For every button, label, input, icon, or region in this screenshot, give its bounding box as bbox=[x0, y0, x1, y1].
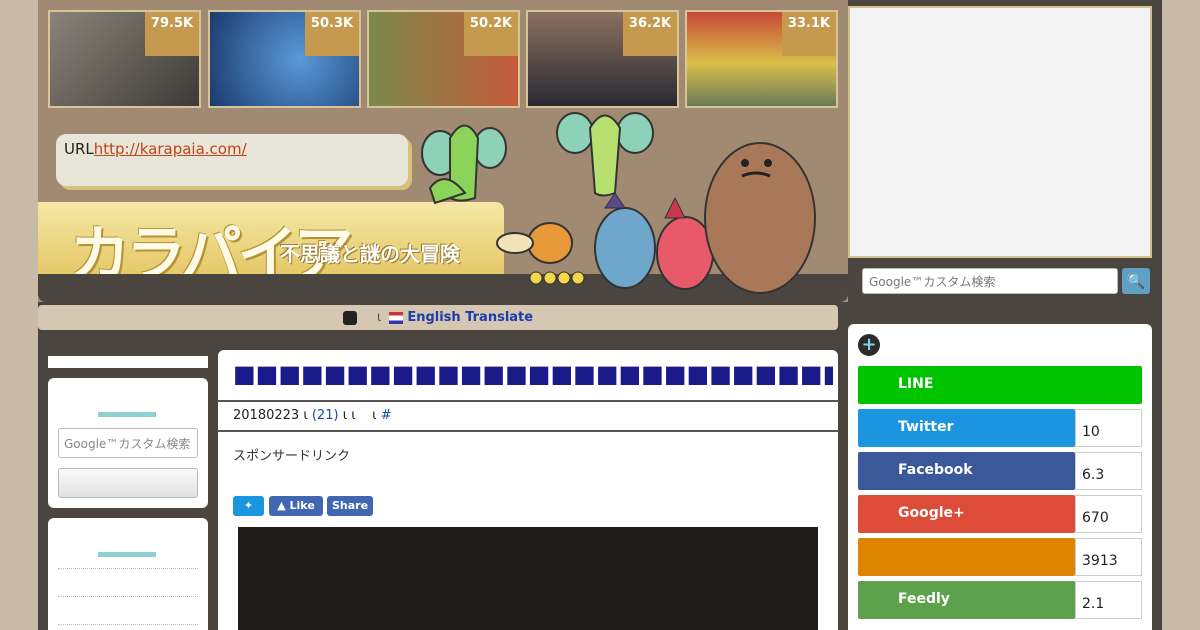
sidebar-list-box bbox=[48, 518, 208, 630]
meta-separator: ι bbox=[342, 408, 348, 423]
translate-bar: ι English Translate bbox=[38, 305, 838, 330]
fb-like-button[interactable]: ▲ Like bbox=[269, 496, 323, 516]
meta-separator: ι bbox=[372, 408, 377, 423]
facebook-share-button[interactable]: Facebook bbox=[858, 452, 1075, 490]
twitter-share-button[interactable]: Twitter bbox=[858, 409, 1075, 447]
search-icon: 🔍 bbox=[1126, 272, 1146, 290]
bookmark-count: 3913 bbox=[1075, 538, 1142, 576]
search-button[interactable]: 🔍 bbox=[1122, 268, 1150, 294]
thumbnail-item[interactable]: 36.2K bbox=[526, 10, 679, 108]
fb-share-button[interactable]: Share bbox=[327, 496, 373, 516]
section-divider bbox=[98, 412, 156, 417]
article-image bbox=[238, 527, 818, 630]
googleplus-count: 670 bbox=[1075, 495, 1142, 533]
sponsor-label: スポンサードリンク bbox=[233, 449, 351, 464]
list-divider bbox=[58, 624, 198, 625]
view-count: 33.1K bbox=[782, 12, 836, 56]
bookmark-share-button[interactable] bbox=[858, 538, 1075, 576]
comment-count-link[interactable]: (21) bbox=[312, 408, 339, 423]
thumbnail-item[interactable]: 33.1K bbox=[685, 10, 838, 108]
view-count: 79.5K bbox=[145, 12, 199, 56]
twitter-bird-icon: ✦ bbox=[243, 499, 254, 512]
mascot-illustration bbox=[421, 112, 816, 294]
googleplus-share-button[interactable]: Google+ bbox=[858, 495, 1075, 533]
popular-thumbnails: 79.5K 50.3K 50.2K 36.2K 33.1K bbox=[48, 10, 840, 108]
ad-slot bbox=[848, 6, 1152, 258]
search-input[interactable]: Google™カスタム検索 bbox=[862, 268, 1118, 294]
sidebar-search-input[interactable]: Google™カスタム検索 bbox=[58, 428, 198, 458]
thumbnail-item[interactable]: 50.3K bbox=[208, 10, 361, 108]
section-divider bbox=[98, 552, 156, 557]
translate-separator: ι bbox=[376, 310, 382, 325]
share-row-hatena: 3913 bbox=[858, 538, 1142, 576]
like-label: Like bbox=[289, 499, 315, 512]
share-row-facebook: Facebook 6.3 bbox=[858, 452, 1142, 490]
view-count: 50.2K bbox=[464, 12, 518, 56]
meta-separator: ι bbox=[303, 408, 308, 423]
feedly-share-button[interactable]: Feedly bbox=[858, 581, 1075, 619]
thumbnail-item[interactable]: 50.2K bbox=[367, 10, 520, 108]
url-box: URLhttp://karapaia.com/ bbox=[56, 134, 408, 186]
feedly-count: 2.1 bbox=[1075, 581, 1142, 619]
list-divider bbox=[58, 596, 198, 597]
article-meta: 20180223 ι (21) ι ι ι # bbox=[218, 400, 838, 432]
view-count: 50.3K bbox=[305, 12, 359, 56]
english-translate-link[interactable]: English Translate bbox=[407, 310, 533, 325]
tweet-button[interactable]: ✦ bbox=[233, 496, 264, 516]
article-date: 20180223 bbox=[233, 408, 300, 423]
article-title[interactable]: ■■■■■■■■■■■■■■■■■■■■■■■■■■■■■■■■■■■■■■■■ bbox=[233, 360, 833, 388]
share-row-feedly: Feedly 2.1 bbox=[858, 581, 1142, 619]
sidebar-top-strip bbox=[48, 356, 208, 368]
line-share-button[interactable]: LINE bbox=[858, 366, 1142, 404]
list-divider bbox=[58, 568, 198, 569]
thumbnail-item[interactable]: 79.5K bbox=[48, 10, 201, 108]
meta-separator: ι bbox=[351, 408, 356, 423]
share-row-line: LINE bbox=[858, 366, 1142, 404]
url-label: URL bbox=[64, 140, 94, 158]
twitter-count: 10 bbox=[1075, 409, 1142, 447]
share-row-twitter: Twitter 10 bbox=[858, 409, 1142, 447]
view-count: 36.2K bbox=[623, 12, 677, 56]
globe-icon[interactable] bbox=[342, 310, 357, 325]
share-row-googleplus: Google+ 670 bbox=[858, 495, 1142, 533]
sidebar-search-button[interactable] bbox=[58, 468, 198, 498]
plus-icon[interactable]: + bbox=[858, 334, 880, 356]
thumbs-up-icon: ▲ bbox=[277, 499, 286, 512]
facebook-count: 6.3 bbox=[1075, 452, 1142, 490]
uk-flag-icon bbox=[389, 311, 404, 324]
url-link[interactable]: http://karapaia.com/ bbox=[94, 140, 247, 158]
tag-link[interactable]: # bbox=[381, 408, 392, 423]
